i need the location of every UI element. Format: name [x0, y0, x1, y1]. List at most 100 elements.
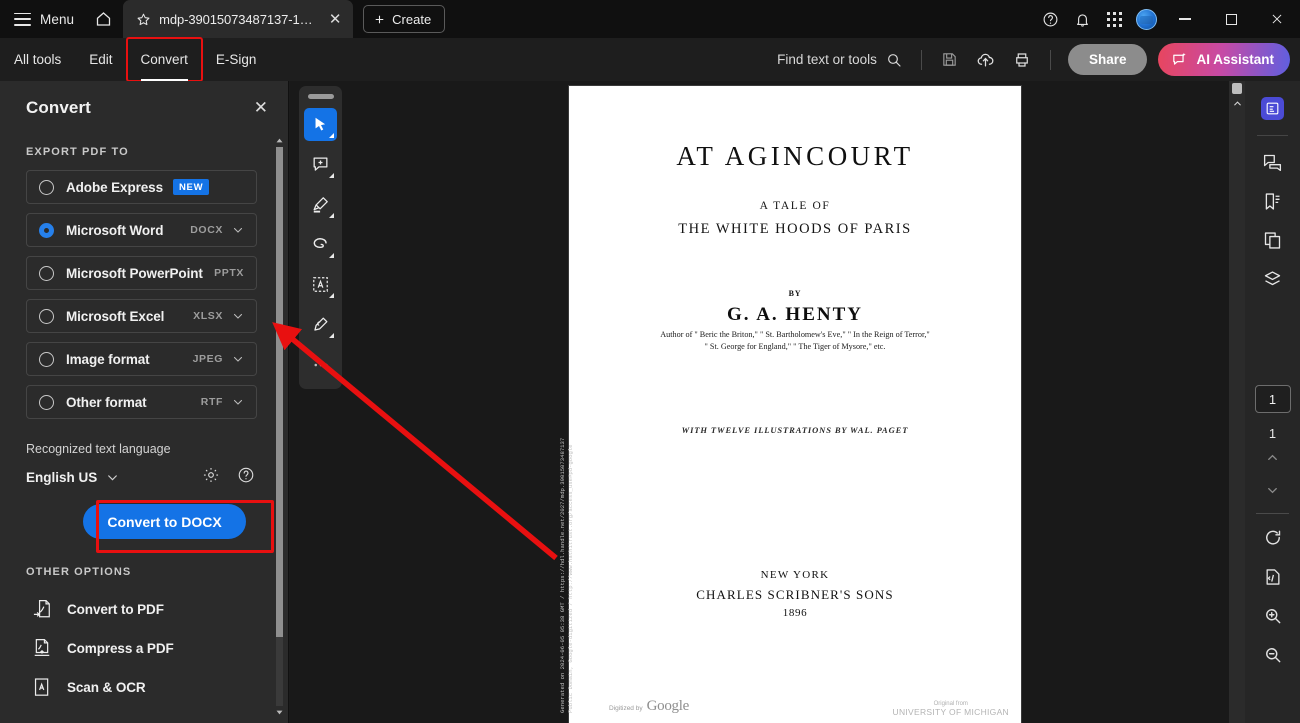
export-option-adobe-express[interactable]: Adobe Express NEW [26, 170, 257, 204]
compress-pdf-icon [34, 639, 50, 656]
avatar[interactable] [1130, 0, 1162, 38]
tab-edit[interactable]: Edit [75, 38, 126, 81]
other-option-convert-to-pdf[interactable]: Convert to PDF [0, 590, 275, 629]
tab-convert[interactable]: Convert [125, 37, 203, 82]
other-option-compress-a-pdf[interactable]: Compress a PDF [0, 629, 275, 668]
option-label: Other format [66, 394, 147, 410]
rotate-button[interactable] [1245, 518, 1300, 557]
book-publisher: CHARLES SCRIBNER'S SONS [696, 587, 894, 602]
highlighter-tool[interactable] [304, 188, 337, 221]
print-button[interactable] [1005, 45, 1039, 75]
export-option-image-format[interactable]: Image format JPEG [26, 342, 257, 376]
find-placeholder: Find text or tools [777, 52, 877, 67]
radio-other-format[interactable] [39, 394, 54, 410]
hathitrust-watermark: Generated on 2024-06-05 05:38 GMT / http… [559, 413, 575, 713]
signature-tool[interactable] [304, 308, 337, 341]
more-tools[interactable] [304, 348, 337, 381]
book-title: AT AGINCOURT [676, 141, 914, 171]
maximize-button[interactable] [1208, 0, 1254, 38]
pdf-page[interactable]: AT AGINCOURT A TALE OF THE WHITE HOODS O… [559, 86, 1021, 723]
chevron-down-icon[interactable] [232, 353, 244, 365]
create-button[interactable]: Create [363, 5, 446, 33]
help-circle-icon[interactable] [1034, 0, 1066, 38]
scrollbar-thumb[interactable] [1232, 83, 1242, 94]
home-icon [96, 12, 110, 26]
chevron-down-icon[interactable] [232, 224, 244, 236]
find-search-box[interactable]: Find text or tools [773, 52, 910, 68]
comments-panel-button[interactable] [1245, 143, 1300, 182]
radio-microsoft-excel[interactable] [39, 308, 54, 324]
export-option-other-format[interactable]: Other format RTF [26, 385, 257, 419]
draw-lasso-tool[interactable] [304, 228, 337, 261]
share-button[interactable]: Share [1067, 44, 1148, 75]
option-extension: PPTX [214, 267, 244, 279]
original-source: Original from UNIVERSITY OF MICHIGAN [893, 701, 1009, 717]
minimize-button[interactable] [1162, 0, 1208, 38]
page-thumbnails-icon [1264, 232, 1281, 249]
panel-scrollbar[interactable] [274, 134, 284, 719]
radio-adobe-express[interactable] [39, 179, 54, 195]
chevron-down-icon[interactable] [232, 310, 244, 322]
radio-microsoft-powerpoint[interactable] [39, 265, 54, 281]
digitized-prefix: Digitized by [609, 705, 643, 712]
scrollbar-thumb[interactable] [276, 147, 283, 637]
panel-close-icon[interactable]: ✕ [248, 97, 274, 118]
chevron-down-icon[interactable] [232, 396, 244, 408]
book-by-label: BY [788, 289, 802, 298]
previous-page-button[interactable] [1245, 441, 1300, 474]
book-illustrations-note: WITH TWELVE ILLUSTRATIONS BY WAL. PAGET [681, 425, 909, 435]
tab-e-sign[interactable]: E-Sign [202, 38, 271, 81]
export-option-microsoft-word[interactable]: Microsoft Word DOCX [26, 213, 257, 247]
other-works-line-2: " St. George for England," " The Tiger o… [704, 342, 886, 351]
scroll-up-arrow[interactable] [274, 134, 284, 147]
divider [920, 49, 922, 70]
book-other-works: Author of " Beric the Briton," " St. Bar… [587, 329, 1003, 353]
titlebar-right-group [1034, 0, 1300, 38]
ai-assistant-label: AI Assistant [1196, 52, 1274, 67]
export-option-microsoft-powerpoint[interactable]: Microsoft PowerPoint PPTX [26, 256, 257, 290]
select-cursor-tool[interactable] [304, 108, 337, 141]
app-grid-icon[interactable] [1098, 0, 1130, 38]
radio-image-format[interactable] [39, 351, 54, 367]
scroll-down-arrow[interactable] [274, 706, 284, 719]
window-close-button[interactable] [1254, 0, 1300, 38]
bookmarks-panel-button[interactable] [1245, 182, 1300, 221]
language-select-value[interactable]: English US [26, 470, 97, 485]
scroll-up-arrow[interactable] [1229, 95, 1245, 111]
radio-microsoft-word[interactable] [39, 222, 54, 238]
page-view-button[interactable] [1245, 557, 1300, 596]
layers-panel-button[interactable] [1245, 260, 1300, 299]
tab-all-tools[interactable]: All tools [0, 38, 75, 81]
bell-icon[interactable] [1066, 0, 1098, 38]
chevron-down-icon[interactable] [106, 471, 119, 484]
gear-icon[interactable] [202, 466, 220, 489]
cloud-upload-button[interactable] [969, 45, 1003, 75]
save-button[interactable] [933, 45, 967, 75]
panel-title: Convert [26, 97, 91, 117]
document-tab[interactable]: mdp-39015073487137-13... ✕ [123, 0, 354, 38]
tab-close-icon[interactable]: ✕ [325, 9, 345, 29]
next-page-button[interactable] [1245, 474, 1300, 507]
divider-2 [1049, 49, 1051, 70]
toolbar-drag-handle[interactable] [307, 94, 334, 99]
zoom-out-button[interactable] [1245, 635, 1300, 674]
export-option-microsoft-excel[interactable]: Microsoft Excel XLSX [26, 299, 257, 333]
option-label: Adobe Express [66, 179, 163, 195]
current-page-field[interactable]: 1 [1254, 385, 1291, 413]
text-box-tool[interactable] [304, 268, 337, 301]
document-scrollbar[interactable] [1229, 81, 1245, 723]
chevron-up-icon [1268, 454, 1277, 460]
ai-assistant-button[interactable]: AI Assistant [1158, 43, 1290, 76]
add-comment-tool[interactable] [304, 148, 337, 181]
home-button[interactable] [86, 0, 120, 38]
page-thumbnails-panel-button[interactable] [1245, 221, 1300, 260]
other-option-scan-and-ocr[interactable]: Scan & OCR [0, 668, 275, 707]
menu-button[interactable]: Menu [0, 0, 86, 38]
zoom-in-button[interactable] [1245, 596, 1300, 635]
help-circle-icon[interactable] [237, 466, 255, 489]
convert-button-highlight [96, 500, 274, 553]
star-icon[interactable] [136, 12, 151, 27]
ai-document-panel-button[interactable] [1245, 89, 1300, 128]
rotate-clockwise-icon [1265, 530, 1280, 545]
toolbar-right-group: Find text or tools Share AI Assistant [773, 43, 1290, 76]
